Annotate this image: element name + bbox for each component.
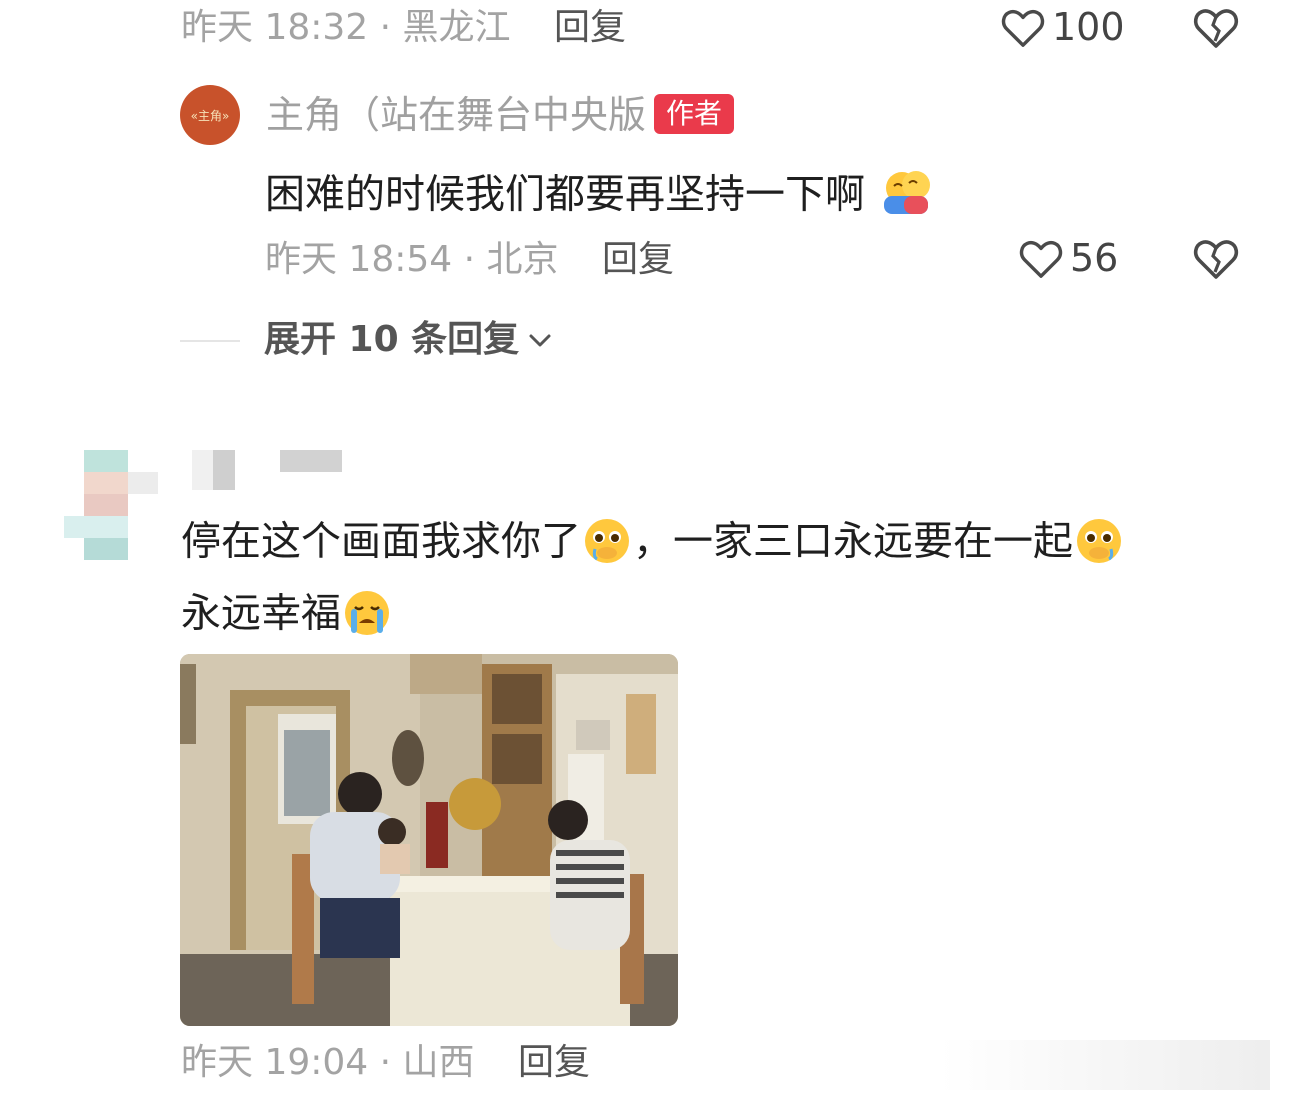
author-reply-button[interactable]: 回复 [602,242,674,278]
heart-icon [1019,240,1063,278]
comment-text-part1: 停在这个画面我求你了 [181,518,581,565]
chevron-down-icon [529,334,551,347]
username-blur-block [280,450,342,472]
expand-divider [180,340,240,342]
like-button[interactable]: 100 [1000,5,1125,49]
comment-reply-button[interactable]: 回复 [518,1045,590,1081]
pleading-face-icon [1073,515,1125,572]
comment-image[interactable] [180,654,678,1026]
expand-replies-label: 展开 10 条回复 [264,319,520,360]
author-reply-text: 困难的时候我们都要再坚持一下啊 [265,168,934,225]
comment-text-line1: 停在这个画面我求你了 ，一家三口永远要在一起 [181,515,1125,572]
hugging-face-icon [878,168,934,225]
watermark [940,1040,1270,1090]
author-time-location: 昨天 18:54 · 北京 [265,239,559,280]
dislike-button[interactable] [1192,5,1240,53]
author-like-button[interactable]: 56 [1018,236,1118,280]
author-like-count: 56 [1070,236,1119,280]
author-badge: 作者 [654,94,735,134]
comment-time-location: 昨天 18:32 · 黑龙江 [181,7,511,48]
like-count: 100 [1052,5,1125,49]
loudly-crying-face-icon [341,587,393,644]
reply-button[interactable]: 回复 [554,10,626,46]
comment-time-location: 昨天 19:04 · 山西 [181,1042,475,1083]
author-reply-content: 困难的时候我们都要再坚持一下啊 [265,171,865,218]
broken-heart-icon [1193,240,1239,279]
author-avatar[interactable]: «主角» [180,85,240,145]
comment-text-part2: ，一家三口永远要在一起 [633,518,1073,565]
author-name[interactable]: 主角（站在舞台中央版 [266,96,646,134]
comment-text-part3: 永远幸福 [181,590,341,637]
expand-replies-button[interactable]: 展开 10 条回复 [264,322,555,358]
username-blur-block [213,450,235,490]
user-avatar[interactable] [64,450,174,560]
family-dinner-photo [180,654,678,1026]
pleading-face-icon [581,515,633,572]
comment-text-line2: 永远幸福 [181,587,393,644]
avatar-logo-text: «主角» [190,108,230,123]
author-dislike-button[interactable] [1192,236,1240,284]
broken-heart-icon [1193,9,1239,48]
heart-icon [1001,9,1045,47]
